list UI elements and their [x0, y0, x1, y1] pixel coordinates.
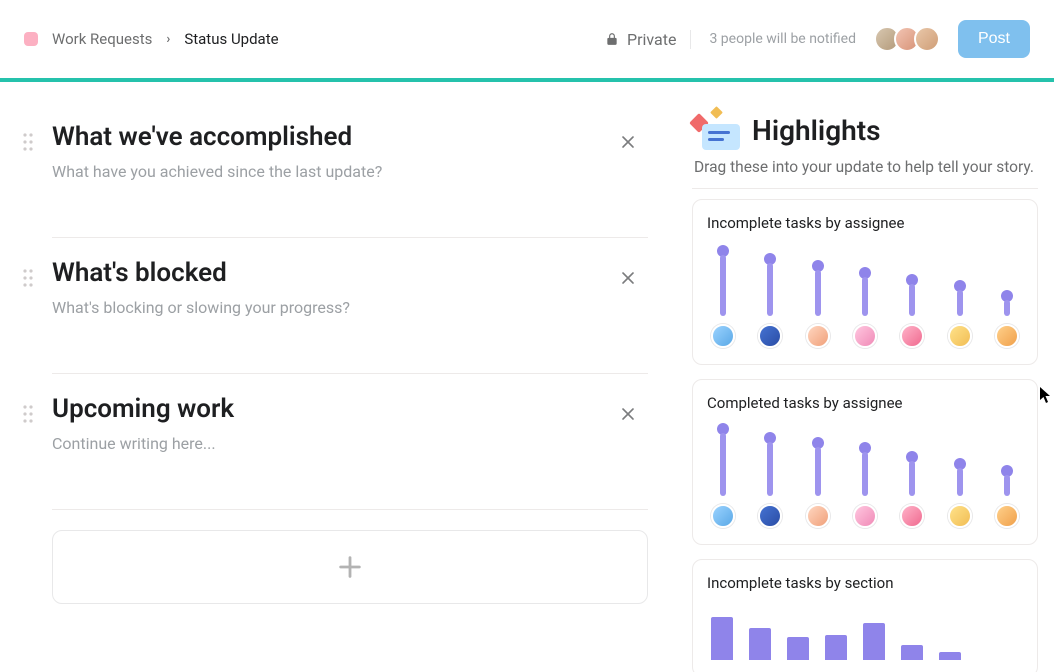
assignee-avatar-icon: [711, 504, 735, 528]
follower-avatars[interactable]: [874, 26, 940, 52]
chart-column: [948, 280, 972, 348]
chart-completed-by-assignee: [707, 428, 1023, 528]
lock-icon: [605, 32, 619, 46]
highlight-card-title: Completed tasks by assignee: [707, 394, 1023, 412]
chart-column: [900, 274, 924, 348]
avatar: [914, 26, 940, 52]
section-placeholder[interactable]: What's blocking or slowing your progress…: [52, 298, 648, 317]
chart-bar: [939, 652, 961, 660]
chart-column: [853, 267, 877, 348]
chart-bar: [787, 637, 809, 660]
chart-column: [948, 458, 972, 528]
chart-column: [758, 253, 782, 348]
assignee-avatar-icon: [758, 324, 782, 348]
update-editor: What we've accomplished What have you ac…: [0, 82, 684, 672]
highlights-title: Highlights: [752, 114, 881, 147]
chevron-right-icon: ›: [166, 32, 170, 47]
chart-column: [711, 423, 735, 528]
chart-column: [995, 290, 1019, 348]
assignee-avatar-icon: [948, 324, 972, 348]
assignee-avatar-icon: [995, 324, 1019, 348]
drag-handle-icon[interactable]: [22, 268, 36, 290]
chart-column: [853, 442, 877, 528]
highlight-card-title: Incomplete tasks by section: [707, 574, 1023, 592]
assignee-avatar-icon: [900, 504, 924, 528]
chart-bar: [825, 635, 847, 660]
chart-bar: [901, 645, 923, 660]
project-color-chip: [24, 32, 38, 46]
chart-bar: [749, 628, 771, 660]
privacy-indicator[interactable]: Private: [605, 30, 691, 49]
assignee-avatar-icon: [900, 324, 924, 348]
section-placeholder[interactable]: What have you achieved since the last up…: [52, 162, 648, 181]
drag-handle-icon[interactable]: [22, 132, 36, 154]
header-actions: Private 3 people will be notified Post: [605, 20, 1030, 58]
chart-incomplete-by-section: [707, 608, 1023, 660]
chart-column: [900, 451, 924, 528]
remove-section-button[interactable]: [614, 400, 642, 428]
assignee-avatar-icon: [758, 504, 782, 528]
remove-section-button[interactable]: [614, 128, 642, 156]
highlights-subtitle: Drag these into your update to help tell…: [692, 158, 1038, 189]
drag-handle-icon[interactable]: [22, 404, 36, 426]
breadcrumb: Work Requests › Status Update: [24, 30, 605, 48]
highlight-card-incomplete-by-assignee[interactable]: Incomplete tasks by assignee: [692, 199, 1038, 365]
chart-column: [806, 437, 830, 528]
section-blocked: What's blocked What's blocking or slowin…: [0, 258, 648, 374]
assignee-avatar-icon: [806, 504, 830, 528]
assignee-avatar-icon: [853, 504, 877, 528]
breadcrumb-project[interactable]: Work Requests: [52, 30, 152, 48]
section-accomplished: What we've accomplished What have you ac…: [0, 122, 648, 238]
add-section-button[interactable]: [52, 530, 648, 604]
chart-column: [758, 432, 782, 528]
assignee-avatar-icon: [995, 504, 1019, 528]
chart-column: [806, 260, 830, 348]
section-placeholder[interactable]: Continue writing here...: [52, 434, 648, 453]
highlights-panel: Highlights Drag these into your update t…: [684, 82, 1054, 672]
assignee-avatar-icon: [806, 324, 830, 348]
assignee-avatar-icon: [711, 324, 735, 348]
section-upcoming: Upcoming work Continue writing here...: [0, 394, 648, 510]
chart-incomplete-by-assignee: [707, 248, 1023, 348]
section-title[interactable]: What we've accomplished: [52, 122, 648, 152]
post-button[interactable]: Post: [958, 20, 1030, 58]
privacy-label: Private: [627, 30, 676, 49]
remove-section-button[interactable]: [614, 264, 642, 292]
breadcrumb-current: Status Update: [184, 30, 278, 48]
section-title[interactable]: Upcoming work: [52, 394, 648, 424]
header: Work Requests › Status Update Private 3 …: [0, 0, 1054, 82]
chart-bar: [863, 623, 885, 660]
highlights-icon: [692, 110, 740, 150]
assignee-avatar-icon: [948, 504, 972, 528]
highlight-card-title: Incomplete tasks by assignee: [707, 214, 1023, 232]
section-title[interactable]: What's blocked: [52, 258, 648, 288]
assignee-avatar-icon: [853, 324, 877, 348]
chart-bar: [711, 617, 733, 660]
highlight-card-completed-by-assignee[interactable]: Completed tasks by assignee: [692, 379, 1038, 545]
chart-column: [995, 465, 1019, 528]
chart-column: [711, 245, 735, 348]
notify-count-text: 3 people will be notified: [709, 31, 856, 47]
highlight-card-incomplete-by-section[interactable]: Incomplete tasks by section: [692, 559, 1038, 672]
